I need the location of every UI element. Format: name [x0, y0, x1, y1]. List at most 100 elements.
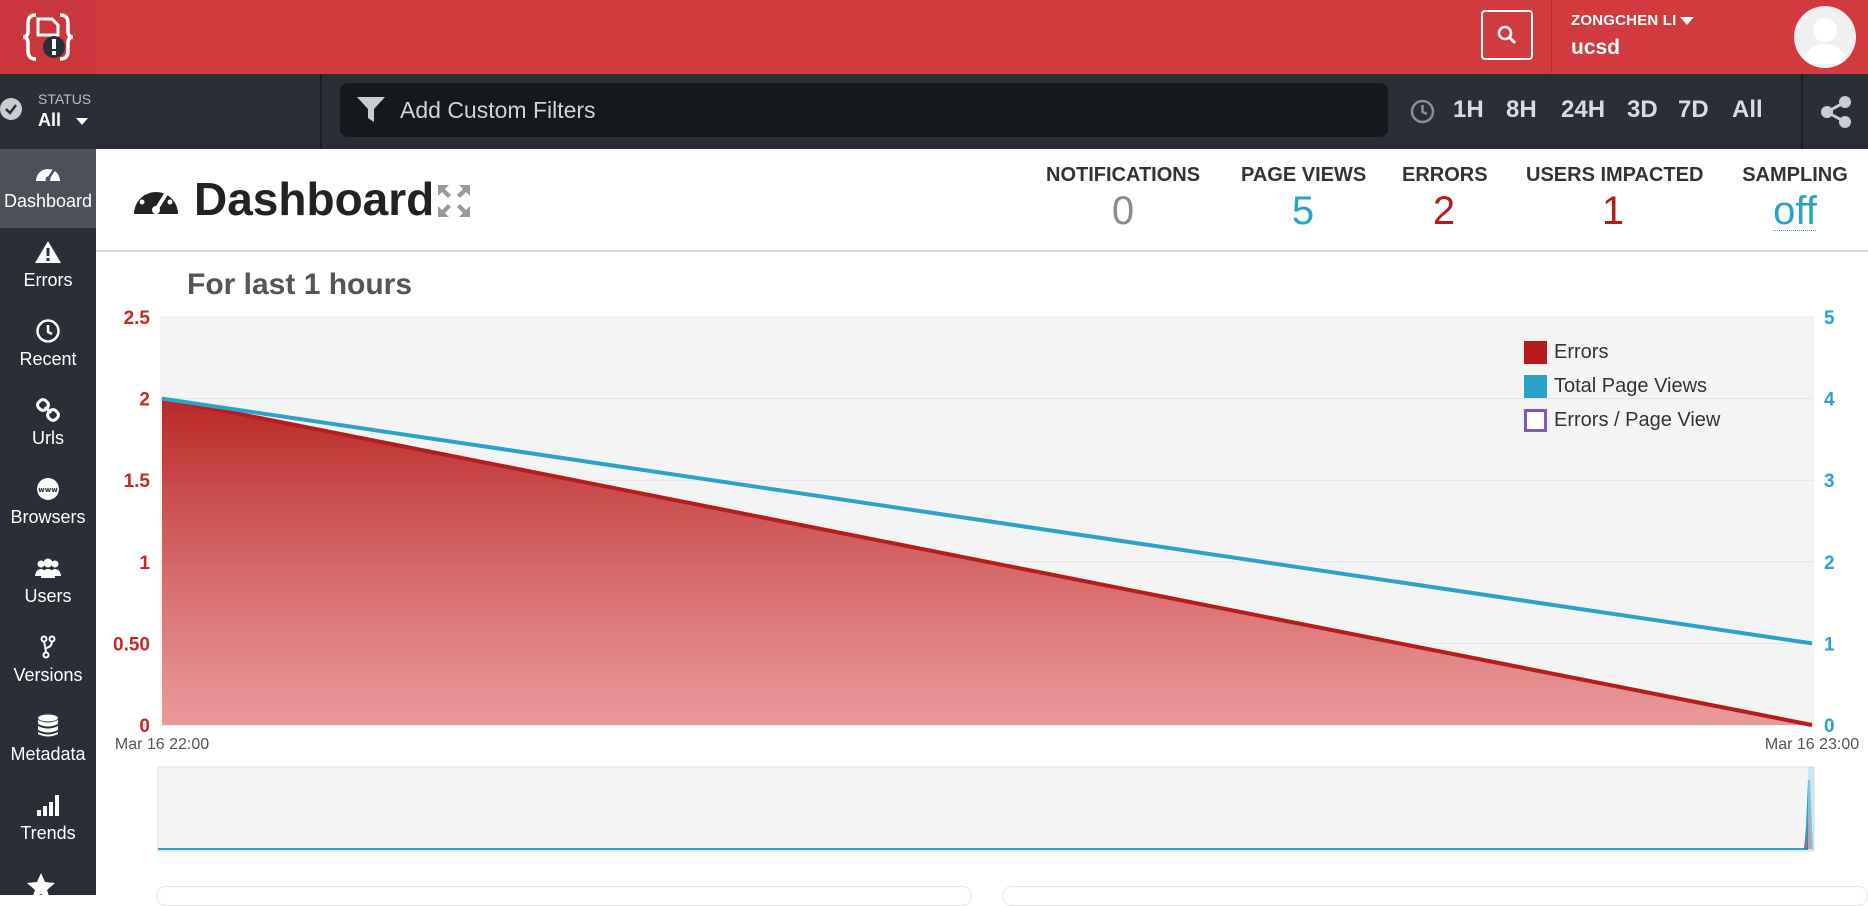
- x-axis-tick-label: Mar 16 23:00: [1765, 736, 1859, 753]
- sidebar-item-label: Trends: [20, 823, 76, 843]
- range-24h[interactable]: 24H: [1561, 96, 1605, 124]
- left-axis-tick-label: 1: [139, 553, 150, 574]
- legend-swatch: [1524, 340, 1547, 364]
- app-logo[interactable]: [0, 0, 96, 74]
- right-axis-tick-label: 2: [1824, 553, 1835, 574]
- stat-label: PAGE VIEWS: [1241, 164, 1367, 186]
- bars-icon: [37, 795, 59, 816]
- right-axis-tick-label: 4: [1824, 390, 1835, 411]
- sidebar-item-recent[interactable]: Recent: [0, 307, 96, 386]
- warning-icon: [35, 241, 61, 263]
- left-axis-tick-label: 2.5: [124, 308, 151, 329]
- left-axis-tick-label: 2: [139, 390, 150, 411]
- star-icon[interactable]: [26, 872, 56, 900]
- status-filter[interactable]: STATUS All: [0, 74, 322, 149]
- stat-label: NOTIFICATIONS: [1046, 164, 1201, 186]
- stat-label: SAMPLING: [1742, 164, 1848, 186]
- custom-filter-input[interactable]: Add Custom Filters: [340, 83, 1388, 137]
- left-axis-tick-label: 0.50: [113, 634, 150, 655]
- search-button[interactable]: [1481, 10, 1533, 60]
- bottom-card: [156, 886, 972, 906]
- sidebar-item-dashboard[interactable]: Dashboard: [0, 149, 96, 228]
- divider: [1551, 0, 1552, 74]
- navigator-background: [157, 766, 1815, 852]
- filter-bar: STATUS All Add Custom Filters 1H 8H 24H …: [0, 74, 1868, 149]
- chart-legend: Errors Total Page Views Errors / Page Vi…: [1524, 335, 1720, 437]
- sidebar-item-label: Browsers: [10, 507, 86, 527]
- stat-notifications[interactable]: NOTIFICATIONS 0: [1046, 164, 1200, 234]
- stat-label: ERRORS: [1402, 164, 1488, 186]
- chart-title: For last 1 hours: [187, 268, 413, 301]
- status-value[interactable]: All: [38, 110, 61, 131]
- x-axis-tick-label: Mar 16 22:00: [115, 736, 209, 753]
- search-icon: [1497, 25, 1517, 45]
- branch-icon: [40, 635, 56, 659]
- right-axis-tick-label: 0: [1824, 716, 1835, 737]
- sidebar-item-label: Errors: [23, 270, 73, 290]
- sidebar-item-trends[interactable]: Trends: [0, 781, 96, 860]
- range-7d[interactable]: 7D: [1678, 96, 1709, 124]
- link-icon: [36, 398, 60, 422]
- share-icon: [1820, 95, 1851, 128]
- stat-users-impacted[interactable]: USERS IMPACTED 1: [1526, 164, 1704, 234]
- caret-down-icon[interactable]: [1680, 17, 1694, 25]
- legend-label: Total Page Views: [1554, 374, 1708, 397]
- sidebar-item-metadata[interactable]: Metadata: [0, 702, 96, 781]
- gauge-icon: [36, 169, 60, 182]
- stat-value: 0: [1111, 189, 1135, 233]
- stat-value[interactable]: off: [1742, 189, 1848, 234]
- www-icon: www: [37, 478, 59, 500]
- avatar[interactable]: [1794, 6, 1856, 68]
- navigator-handle[interactable]: [1808, 767, 1814, 851]
- stat-value: 1: [1601, 189, 1625, 233]
- right-axis-tick-label: 1: [1824, 634, 1835, 655]
- stat-value: 5: [1291, 189, 1315, 233]
- range-8h[interactable]: 8H: [1506, 96, 1537, 124]
- share-button[interactable]: [1801, 74, 1868, 149]
- legend-label: Errors: [1554, 340, 1609, 363]
- svg-text:www: www: [38, 486, 58, 494]
- sidebar-item-versions[interactable]: Versions: [0, 623, 96, 702]
- sidebar-item-label: Versions: [13, 665, 83, 685]
- stat-page-views[interactable]: PAGE VIEWS 5: [1241, 164, 1367, 234]
- database-icon: [38, 714, 58, 737]
- legend-swatch: [1524, 408, 1547, 432]
- status-label: STATUS: [38, 91, 92, 107]
- organization-name[interactable]: ucsd: [1571, 36, 1620, 60]
- legend-label: Errors / Page View: [1554, 408, 1721, 431]
- gauge-icon: [134, 185, 178, 214]
- bottom-card: [1002, 886, 1868, 906]
- top-navbar: ZONGCHEN LI ucsd: [0, 0, 1868, 74]
- clock-icon: [1410, 99, 1435, 124]
- sidebar-item-label: Users: [24, 586, 72, 606]
- clock-icon: [36, 319, 60, 343]
- expand-icon[interactable]: [436, 183, 472, 219]
- users-icon: [35, 558, 61, 578]
- sidebar-item-urls[interactable]: Urls: [0, 386, 96, 465]
- sidebar-item-users[interactable]: Users: [0, 544, 96, 623]
- legend-item-errors[interactable]: Errors: [1524, 335, 1720, 369]
- caret-down-icon[interactable]: [76, 118, 88, 125]
- sidebar-item-label: Recent: [19, 349, 77, 369]
- stat-label: USERS IMPACTED: [1526, 164, 1704, 186]
- custom-filter-label: Add Custom Filters: [400, 97, 596, 123]
- legend-item-errors-per-page-view[interactable]: Errors / Page View: [1524, 403, 1720, 437]
- sidebar-item-browsers[interactable]: www Browsers: [0, 465, 96, 544]
- chart-navigator[interactable]: [156, 766, 1816, 852]
- sidebar-item-errors[interactable]: Errors: [0, 228, 96, 307]
- stat-sampling[interactable]: SAMPLING off: [1742, 164, 1848, 234]
- range-1h[interactable]: 1H: [1453, 96, 1484, 124]
- left-axis-tick-label: 0: [139, 716, 150, 737]
- sidebar-item-label: Dashboard: [3, 191, 93, 211]
- legend-item-page-views[interactable]: Total Page Views: [1524, 369, 1720, 403]
- range-all[interactable]: All: [1732, 96, 1763, 124]
- range-3d[interactable]: 3D: [1627, 96, 1658, 124]
- right-axis-tick-label: 5: [1824, 308, 1835, 329]
- stat-errors[interactable]: ERRORS 2: [1402, 164, 1488, 234]
- user-name[interactable]: ZONGCHEN LI: [1571, 12, 1677, 29]
- check-icon: [0, 98, 22, 120]
- page-title: Dashboard: [194, 173, 435, 225]
- sidebar: Dashboard Errors Recent Urls www Browser…: [0, 149, 96, 899]
- sidebar-item-label: Urls: [32, 428, 64, 448]
- sidebar-item-label: Metadata: [10, 744, 86, 764]
